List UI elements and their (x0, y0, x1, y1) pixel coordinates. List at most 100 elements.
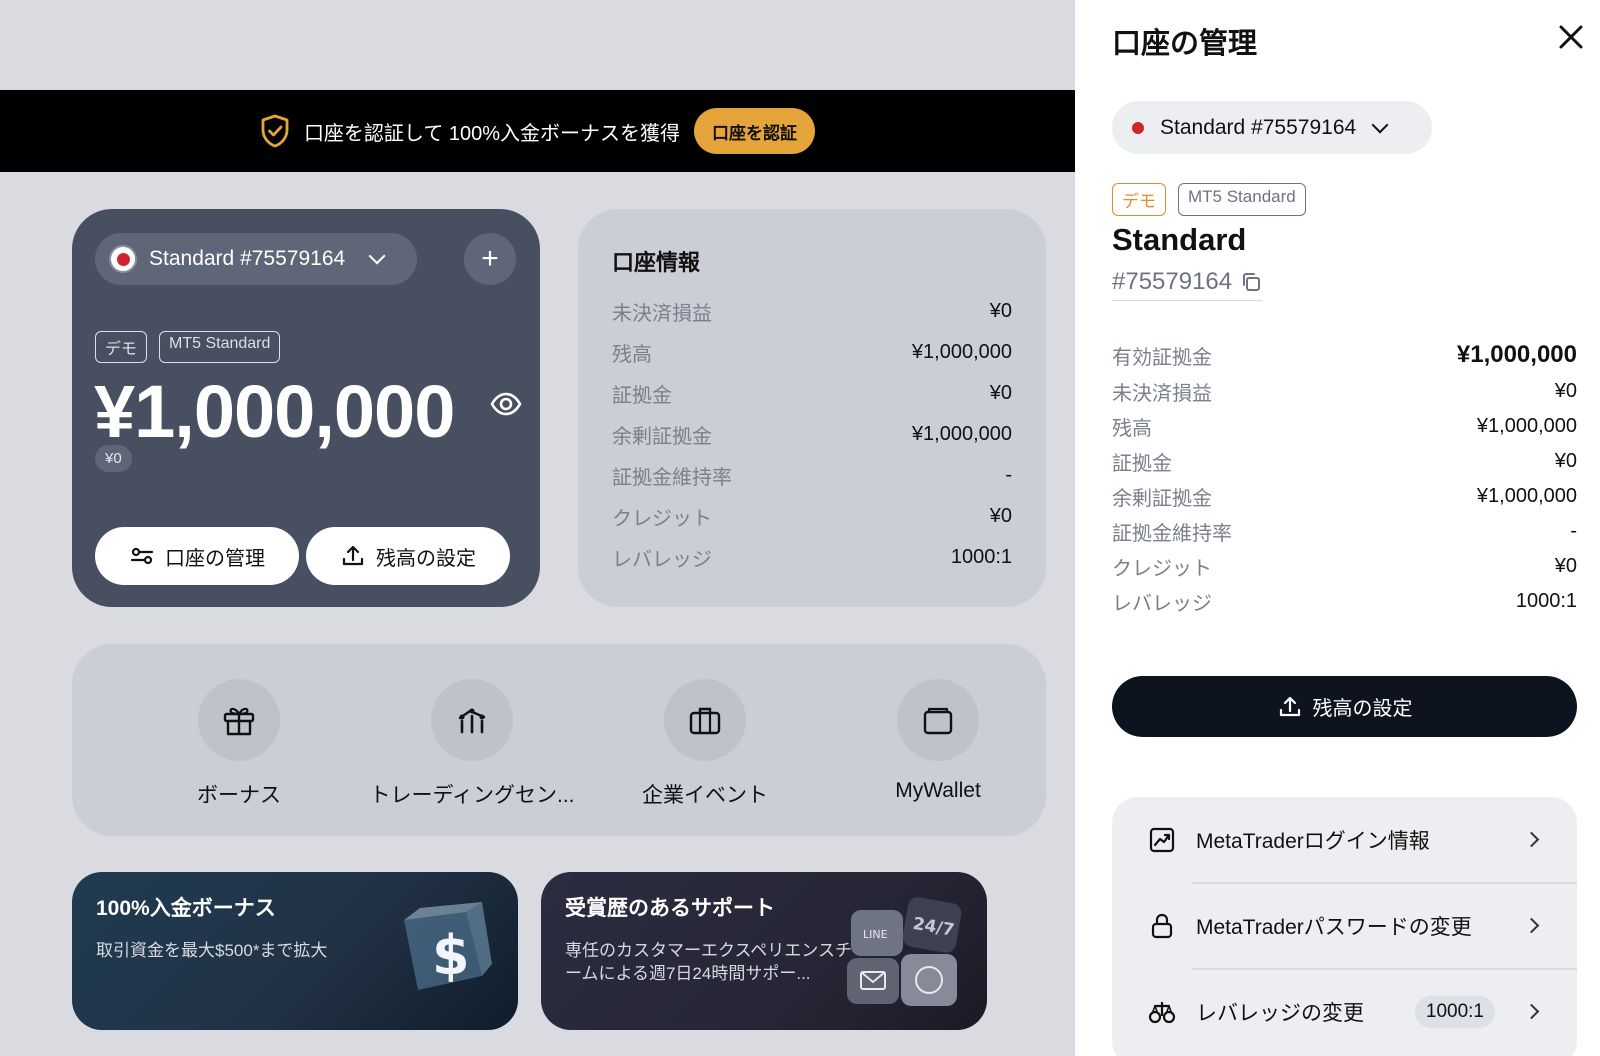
detail-row: 余剰証拠金 ¥1,000,000 (1112, 479, 1577, 514)
leverage-badge: 1000:1 (1414, 995, 1495, 1028)
manage-account-panel: 口座の管理 Standard #75579164 デモ MT5 Standard… (1075, 0, 1600, 1056)
chart-login-icon (1149, 827, 1175, 852)
info-row: 証拠金 ¥0 (612, 373, 1012, 414)
info-row: 残高 ¥1,000,000 (612, 332, 1012, 373)
detail-row: 有効証拠金 ¥1,000,000 (1112, 336, 1577, 374)
detail-value: ¥0 (1554, 450, 1577, 472)
panel-tags: デモ MT5 Standard (1112, 183, 1306, 216)
info-value: ¥0 (989, 505, 1012, 527)
set-balance-label: 残高の設定 (376, 547, 476, 570)
verify-account-button[interactable]: 口座を認証 (694, 108, 816, 154)
close-icon[interactable] (1556, 22, 1586, 52)
detail-label: 有効証拠金 (1112, 346, 1212, 369)
info-row: 未決済損益 ¥0 (612, 291, 1012, 332)
account-type-tag: MT5 Standard (159, 331, 281, 363)
quick-action-label: MyWallet (895, 779, 981, 802)
lock-icon (1151, 913, 1173, 938)
detail-value: 1000:1 (1515, 590, 1577, 612)
panel-account-details: 有効証拠金 ¥1,000,000 未決済損益 ¥0 残高 ¥1,000,000 証拠金… (1112, 336, 1577, 619)
detail-value: - (1570, 520, 1577, 542)
detail-label: 証拠金維持率 (1112, 523, 1232, 545)
info-label: クレジット (612, 508, 712, 530)
eye-icon[interactable] (489, 387, 523, 421)
set-balance-button[interactable]: 残高の設定 (306, 527, 510, 585)
upload-icon (342, 545, 364, 566)
info-row: 余剰証拠金 ¥1,000,000 (612, 414, 1012, 455)
info-row: クレジット ¥0 (612, 496, 1012, 537)
detail-row: 未決済損益 ¥0 (1112, 374, 1577, 409)
menu-item-change-password[interactable]: MetaTraderパスワードの変更 (1112, 883, 1577, 968)
promo-text: 取引資金を最大$500*まで拡大 (96, 941, 328, 960)
info-value: ¥0 (989, 382, 1012, 404)
quick-actions-card: ボーナス トレーディングセン... 企業イベント MyWallet (72, 644, 1046, 836)
info-label: 証拠金 (612, 385, 672, 407)
detail-row: クレジット ¥0 (1112, 549, 1577, 584)
quick-action-label: 企業イベント (642, 784, 768, 807)
scale-icon (1148, 1001, 1176, 1023)
japan-flag-icon (109, 245, 137, 273)
info-value: ¥0 (989, 300, 1012, 322)
quick-action-trading-center[interactable]: トレーディングセン... (362, 679, 582, 809)
account-card: Standard #75579164 + デモ MT5 Standard ¥1,… (72, 209, 540, 607)
detail-label: 証拠金 (1112, 453, 1172, 475)
gift-icon (223, 707, 255, 736)
detail-value: ¥0 (1554, 555, 1577, 577)
panel-set-balance-button[interactable]: 残高の設定 (1112, 676, 1577, 737)
add-account-button[interactable]: + (464, 233, 516, 285)
detail-label: 残高 (1112, 418, 1152, 440)
account-type-tag: MT5 Standard (1178, 183, 1306, 216)
quick-action-label: トレーディングセン... (369, 784, 575, 807)
info-row: レバレッジ 1000:1 (612, 537, 1012, 578)
menu-item-label: レバレッジの変更 (1196, 1001, 1364, 1025)
detail-row: 証拠金 ¥0 (1112, 444, 1577, 479)
info-label: 余剰証拠金 (612, 426, 712, 448)
chart-bars-icon (458, 708, 486, 734)
menu-item-change-leverage[interactable]: レバレッジの変更 1000:1 (1112, 969, 1577, 1054)
promo-card-support[interactable]: 受賞歴のあるサポート 専任のカスタマーエクスペリエンスチームによる週7日24時間… (541, 872, 987, 1030)
chevron-down-icon (1371, 116, 1389, 133)
account-number[interactable]: #75579164 (1112, 268, 1263, 301)
banner-text: 口座を認証して 100%入金ボーナスを獲得 (303, 122, 681, 145)
support-tiles-icon: LINE 24/7 (847, 897, 962, 1006)
dollar-cube-icon: $ (404, 902, 492, 990)
panel-menu: MetaTraderログイン情報 MetaTraderパスワードの変更 レバレッ… (1112, 797, 1577, 1056)
detail-row: 残高 ¥1,000,000 (1112, 409, 1577, 444)
settings-sliders-icon (130, 547, 154, 565)
quick-action-corporate-events[interactable]: 企業イベント (595, 679, 815, 809)
info-label: 証拠金維持率 (612, 467, 732, 489)
account-status-dot (1132, 121, 1144, 134)
promo-card-bonus[interactable]: 100%入金ボーナス 取引資金を最大$500*まで拡大 $ (72, 872, 518, 1030)
info-label: 残高 (612, 344, 652, 366)
detail-value: ¥1,000,000 (1476, 415, 1577, 437)
top-bar (0, 0, 1075, 90)
account-tags: デモ MT5 Standard (95, 331, 281, 363)
chevron-right-icon (1523, 1003, 1540, 1020)
demo-tag: デモ (95, 331, 148, 363)
detail-value: ¥1,000,000 (1456, 341, 1577, 368)
quick-action-label: ボーナス (197, 784, 281, 807)
manage-account-button[interactable]: 口座の管理 (95, 527, 299, 585)
panel-account-label: Standard #75579164 (1160, 115, 1357, 139)
detail-row: レバレッジ 1000:1 (1112, 584, 1577, 619)
svg-text:LINE: LINE (863, 928, 888, 941)
info-row: 証拠金維持率 - (612, 455, 1012, 496)
detail-label: クレジット (1112, 558, 1212, 580)
manage-account-label: 口座の管理 (165, 547, 265, 570)
detail-value: ¥1,000,000 (1476, 485, 1577, 507)
quick-action-bonus[interactable]: ボーナス (129, 679, 349, 809)
info-value: ¥1,000,000 (911, 341, 1012, 363)
info-value: 1000:1 (950, 546, 1012, 568)
wallet-icon (923, 707, 953, 735)
upload-icon (1279, 696, 1300, 716)
shield-check-icon (261, 114, 289, 148)
verify-banner: 口座を認証して 100%入金ボーナスを獲得 口座を認証 (0, 90, 1075, 172)
account-info-title: 口座情報 (612, 250, 701, 275)
panel-set-balance-label: 残高の設定 (1312, 698, 1413, 720)
quick-action-mywallet[interactable]: MyWallet (828, 679, 1048, 803)
account-selector[interactable]: Standard #75579164 (95, 233, 417, 285)
detail-value: ¥0 (1554, 380, 1577, 402)
menu-item-metatrader-login[interactable]: MetaTraderログイン情報 (1112, 797, 1577, 882)
copy-icon[interactable] (1240, 271, 1262, 293)
pnl-badge: ¥0 (95, 445, 132, 472)
panel-account-selector[interactable]: Standard #75579164 (1112, 101, 1432, 154)
